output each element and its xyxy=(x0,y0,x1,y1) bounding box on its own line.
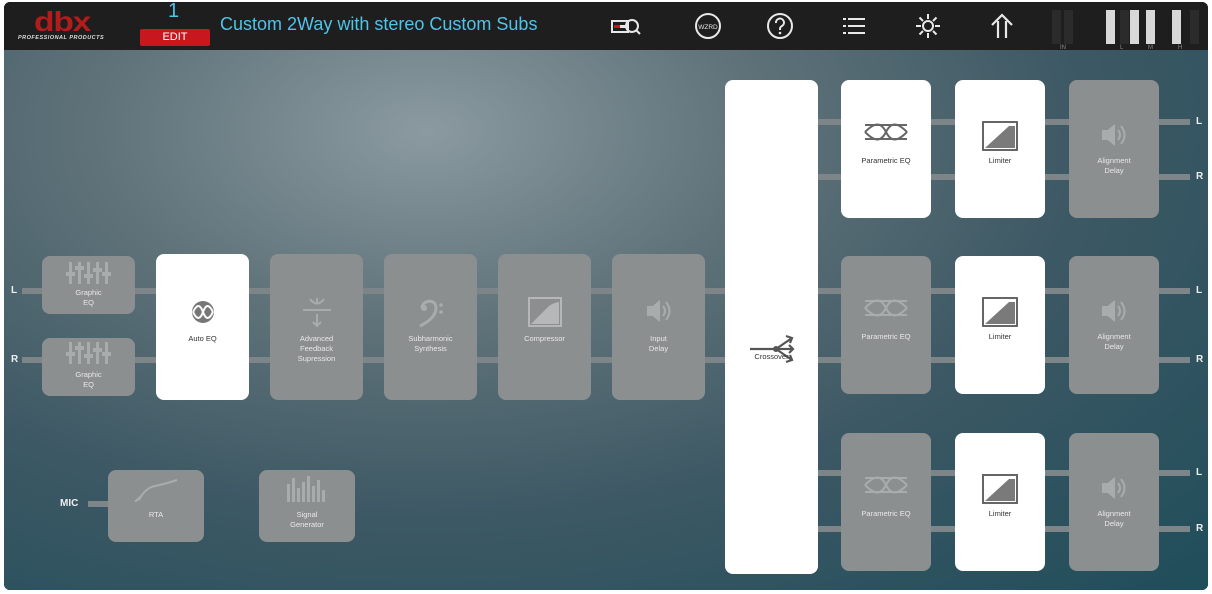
rta-label: RTA xyxy=(148,510,164,519)
band2-out-l: L xyxy=(1196,285,1203,296)
meter-l-2 xyxy=(1120,10,1129,44)
parametric-eq-icon xyxy=(864,123,908,141)
parametric-eq-icon xyxy=(864,476,908,494)
band1-delay-label: Alignment Delay xyxy=(1097,156,1131,175)
graphic-eq-icon xyxy=(65,342,111,364)
app-window: dbx PROFESSIONAL PRODUCTS 1 EDIT Custom … xyxy=(4,2,1208,590)
edit-button[interactable]: EDIT xyxy=(140,29,210,46)
band1-delay-block[interactable]: Alignment Delay xyxy=(1069,80,1159,218)
meter-m-1 xyxy=(1146,10,1155,44)
logo-brand: dbx xyxy=(34,6,91,37)
band2-limiter-block[interactable]: Limiter xyxy=(955,256,1045,394)
mic-label: MIC xyxy=(60,498,79,509)
menu-icon[interactable] xyxy=(838,11,870,41)
band2-limiter-label: Limiter xyxy=(988,332,1012,341)
bass-clef-icon xyxy=(418,299,443,328)
limiter-icon xyxy=(982,297,1018,327)
auto-eq-block[interactable]: Auto EQ xyxy=(156,254,249,400)
graphic-eq-right-label: Graphic EQ xyxy=(75,370,102,389)
band2-peq-label: Parametric EQ xyxy=(861,332,911,341)
signal-generator-block[interactable]: Signal Generator xyxy=(259,470,355,542)
meter-h-2 xyxy=(1190,10,1199,44)
band3-out-l: L xyxy=(1196,467,1203,478)
feedback-suppression-icon xyxy=(302,298,331,328)
input-left-label: L xyxy=(11,285,18,296)
signal-bars-icon xyxy=(287,476,325,502)
crossover-label: Crossover xyxy=(754,352,789,361)
subharmonic-label: Subharmonic Synthesis xyxy=(408,334,453,353)
logo-subtitle: PROFESSIONAL PRODUCTS xyxy=(18,35,105,41)
signal-flow-canvas: L R L R L R L R MIC Graphic EQ Graphic E… xyxy=(4,50,1208,590)
auto-eq-label: Auto EQ xyxy=(188,334,217,343)
preset-name[interactable]: Custom 2Way with stereo Custom Subs xyxy=(220,14,537,35)
band2-delay-block[interactable]: Alignment Delay xyxy=(1069,256,1159,394)
limiter-icon xyxy=(982,474,1018,504)
band3-out-r: R xyxy=(1196,523,1204,534)
afs-label: Advanced Feedback Supression xyxy=(297,334,336,363)
eq-search-icon[interactable] xyxy=(610,11,642,41)
band1-out-l: L xyxy=(1196,116,1203,127)
input-right-label: R xyxy=(11,354,19,365)
microphone-cable-icon xyxy=(134,479,178,502)
speaker-icon xyxy=(1102,476,1126,500)
band2-delay-label: Alignment Delay xyxy=(1097,332,1131,351)
graphic-eq-icon xyxy=(65,262,111,284)
band3-limiter-block[interactable]: Limiter xyxy=(955,433,1045,571)
speaker-icon xyxy=(1102,123,1126,147)
meter-in-1 xyxy=(1052,10,1061,44)
band1-limiter-block[interactable]: Limiter xyxy=(955,80,1045,218)
level-meters: IN L M H xyxy=(1050,10,1200,51)
home-icon[interactable] xyxy=(986,11,1018,41)
meter-l-1 xyxy=(1106,10,1115,44)
band1-out-r: R xyxy=(1196,171,1204,182)
compressor-label: Compressor xyxy=(524,334,565,343)
subharmonic-block[interactable]: Subharmonic Synthesis xyxy=(384,254,477,400)
input-delay-block[interactable]: Input Delay xyxy=(612,254,705,400)
help-icon[interactable] xyxy=(764,11,796,41)
compressor-icon xyxy=(527,297,562,327)
dbx-logo: dbx PROFESSIONAL PRODUCTS xyxy=(16,6,116,44)
settings-icon[interactable] xyxy=(912,11,944,41)
band3-limiter-label: Limiter xyxy=(988,509,1012,518)
band1-peq-block[interactable]: Parametric EQ xyxy=(841,80,931,218)
speaker-icon xyxy=(1102,299,1126,323)
signal-generator-label: Signal Generator xyxy=(290,510,324,529)
wizard-icon[interactable]: WZRD xyxy=(692,11,724,41)
input-delay-label: Input Delay xyxy=(648,334,669,353)
auto-eq-icon xyxy=(191,301,214,323)
speaker-icon xyxy=(646,299,670,323)
graphic-eq-left-label: Graphic EQ xyxy=(75,288,102,307)
preset-number: 1 xyxy=(168,2,180,22)
band2-out-r: R xyxy=(1196,354,1204,365)
band3-peq-block[interactable]: Parametric EQ xyxy=(841,433,931,571)
top-bar: dbx PROFESSIONAL PRODUCTS 1 EDIT Custom … xyxy=(4,2,1208,51)
band2-peq-block[interactable]: Parametric EQ xyxy=(841,256,931,394)
meter-h-1 xyxy=(1172,10,1181,44)
band3-delay-block[interactable]: Alignment Delay xyxy=(1069,433,1159,571)
band1-limiter-label: Limiter xyxy=(988,156,1012,165)
meter-l-3 xyxy=(1130,10,1139,44)
rta-block[interactable]: RTA xyxy=(108,470,204,542)
parametric-eq-icon xyxy=(864,299,908,317)
compressor-block[interactable]: Compressor xyxy=(498,254,591,400)
wizard-label: WZRD xyxy=(698,24,718,31)
afs-block[interactable]: Advanced Feedback Supression xyxy=(270,254,363,400)
band1-peq-label: Parametric EQ xyxy=(861,156,911,165)
crossover-block[interactable]: Crossover xyxy=(725,80,818,574)
band3-peq-label: Parametric EQ xyxy=(861,509,911,518)
band3-delay-label: Alignment Delay xyxy=(1097,509,1131,528)
limiter-icon xyxy=(982,121,1018,151)
meter-in-2 xyxy=(1064,10,1073,44)
graphic-eq-left-block[interactable]: Graphic EQ xyxy=(42,256,135,314)
graphic-eq-right-block[interactable]: Graphic EQ xyxy=(42,338,135,396)
